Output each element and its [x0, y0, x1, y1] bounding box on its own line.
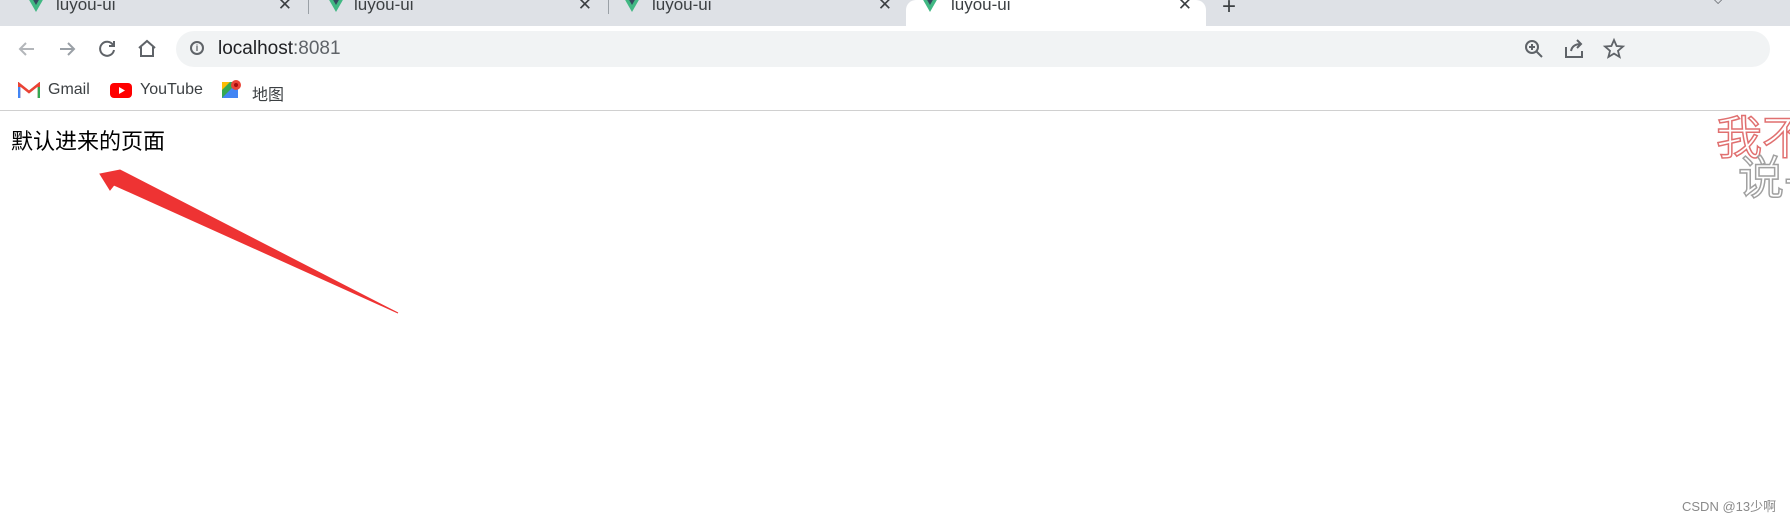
tab-search-chevron-icon[interactable]: ⌵	[1712, 0, 1724, 9]
new-tab-button[interactable]: +	[1222, 0, 1236, 21]
tab-close-icon[interactable]: ✕	[578, 0, 592, 15]
share-icon[interactable]	[1562, 37, 1586, 61]
tab-close-icon[interactable]: ✕	[878, 0, 892, 15]
tab-close-icon[interactable]: ✕	[1178, 0, 1192, 15]
tab-luyou-ui-active[interactable]: luyou-ui ✕	[906, 0, 1206, 26]
tab-title: luyou-ui	[951, 0, 1011, 14]
tab-luyou-ui-3[interactable]: luyou-ui ✕	[610, 0, 906, 26]
star-icon[interactable]	[1602, 37, 1626, 61]
annotation-arrow	[99, 169, 399, 314]
tab-separator	[608, 0, 609, 14]
tab-title: luyou-ui	[652, 0, 712, 14]
vue-logo-icon	[625, 0, 639, 12]
zoom-icon[interactable]	[1522, 37, 1546, 61]
csdn-watermark: CSDN @13少啊	[1682, 499, 1777, 514]
decorative-text-gray: 说-	[1737, 150, 1790, 206]
vue-logo-icon	[923, 0, 937, 12]
